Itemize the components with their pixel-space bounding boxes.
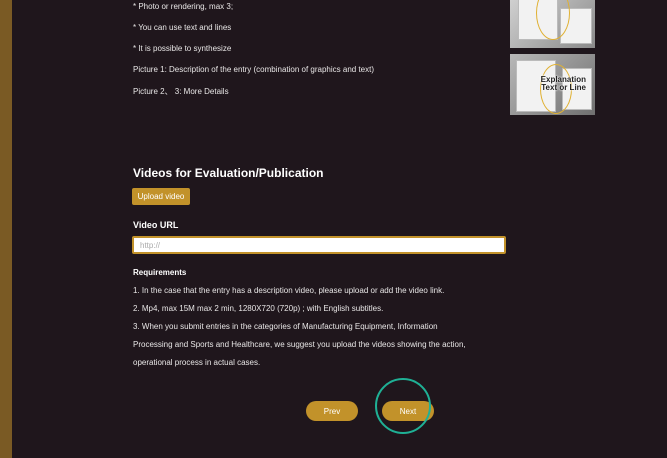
example-thumbnail-detail xyxy=(510,0,595,48)
guideline-line: Picture 2、 3: More Details xyxy=(133,87,229,96)
explanation-text: Explanation Text or Line xyxy=(540,75,586,92)
requirement-line: 3. When you submit entries in the catego… xyxy=(133,322,438,331)
requirement-line: Processing and Sports and Healthcare, we… xyxy=(133,340,466,349)
guideline-line: * You can use text and lines xyxy=(133,23,232,32)
requirements-title: Requirements xyxy=(133,268,187,277)
example-thumbnail-explanation: Explanation Text or Line xyxy=(510,54,595,115)
guideline-line: Picture 1: Description of the entry (com… xyxy=(133,65,375,74)
video-url-label: Video URL xyxy=(133,220,179,230)
guideline-line: * Photo or rendering, max 3; xyxy=(133,2,234,11)
requirement-line: 1. In the case that the entry has a desc… xyxy=(133,286,445,295)
guideline-line: * It is possible to synthesize xyxy=(133,44,232,53)
upload-video-button[interactable]: Upload video xyxy=(132,188,190,205)
prev-button[interactable]: Prev xyxy=(306,401,358,421)
video-url-input[interactable] xyxy=(132,236,506,254)
requirement-line: 2. Mp4, max 15M max 2 min, 1280X720 (720… xyxy=(133,304,384,313)
requirement-line: operational process in actual cases. xyxy=(133,358,261,367)
next-button[interactable]: Next xyxy=(382,401,434,421)
section-title: Videos for Evaluation/Publication xyxy=(133,166,324,180)
